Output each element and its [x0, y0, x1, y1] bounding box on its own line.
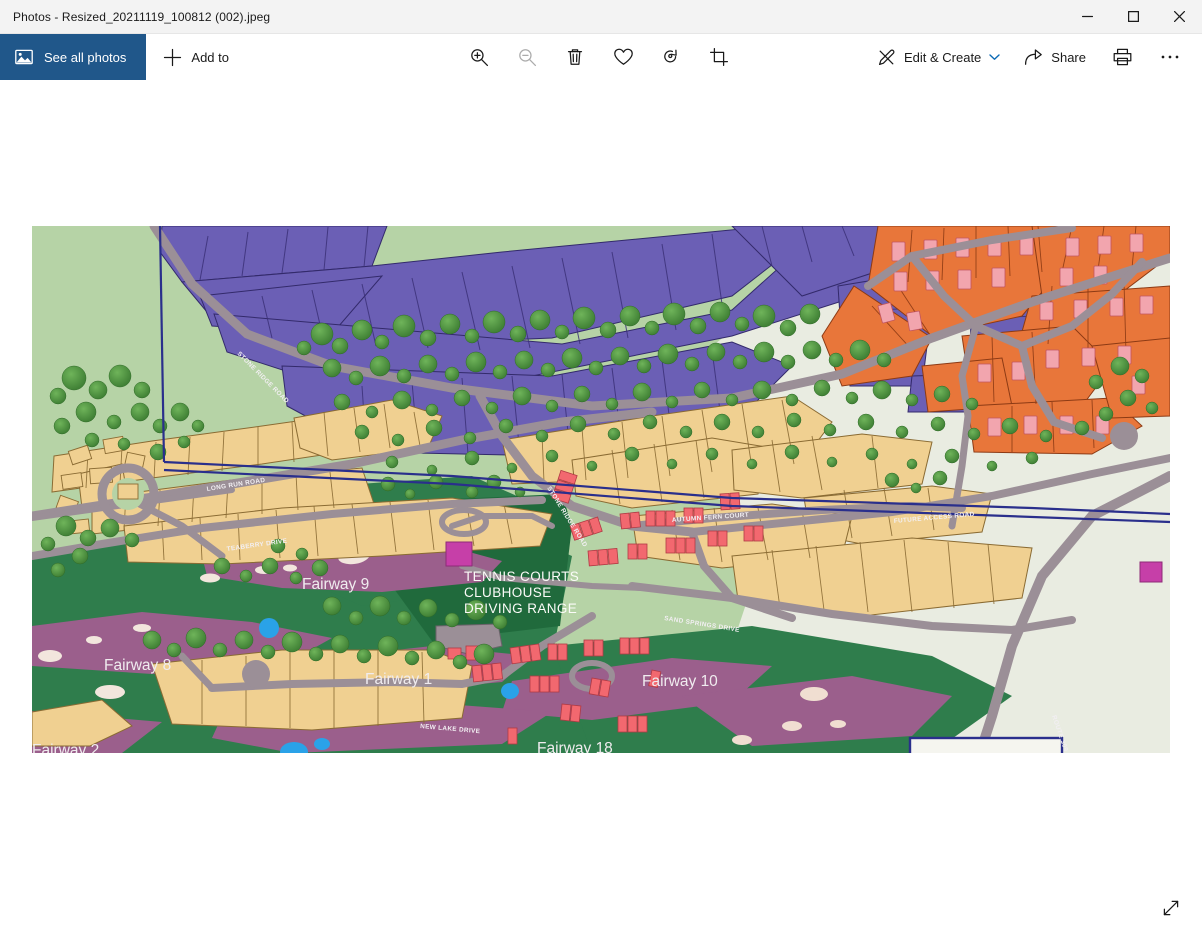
- pond: [259, 618, 279, 638]
- amenity-label: CLUBHOUSE: [464, 585, 552, 600]
- add-to-button[interactable]: Add to: [146, 34, 245, 80]
- fairway-label: Fairway 2: [32, 742, 99, 753]
- share-label: Share: [1051, 49, 1086, 65]
- crop-icon: [709, 47, 729, 67]
- heart-icon: [613, 48, 633, 65]
- pencil-icon: [878, 49, 895, 65]
- fairway-label: Fairway 18: [537, 740, 613, 753]
- share-button[interactable]: Share: [1012, 37, 1098, 77]
- amenity-label: TENNIS COURTS: [464, 569, 579, 584]
- trash-icon: [567, 49, 583, 65]
- window-controls: [1064, 0, 1202, 34]
- chevron-down-icon: [989, 54, 1000, 60]
- photo-viewer: STONE RIDGE ROAD LONG RUN ROAD TEABERRY …: [0, 80, 1202, 934]
- print-button[interactable]: [1098, 37, 1146, 77]
- more-options-button[interactable]: [1146, 37, 1194, 77]
- see-all-photos-button[interactable]: See all photos: [0, 34, 147, 80]
- photos-icon: [15, 49, 33, 65]
- fairway-label: Fairway 8: [104, 657, 171, 674]
- minimize-icon: [1081, 15, 1093, 18]
- rotate-icon: [664, 49, 677, 63]
- fairway-label: Fairway 9: [302, 576, 369, 593]
- image-tools-group: [455, 34, 743, 80]
- see-all-photos-label: See all photos: [44, 49, 127, 65]
- rotate-button[interactable]: [647, 37, 695, 77]
- fairway-label: Fairway 10: [642, 673, 718, 690]
- zoom-out-button[interactable]: [503, 37, 551, 77]
- close-icon: [1173, 11, 1185, 22]
- maximize-button[interactable]: [1110, 0, 1156, 34]
- amenity-label: DRIVING RANGE: [464, 601, 577, 616]
- zoom-in-button[interactable]: [455, 37, 503, 77]
- window-title: Photos - Resized_20211119_100812 (002).j…: [13, 9, 271, 24]
- tennis-courts-symbol: [445, 541, 473, 567]
- printer-icon: [1113, 48, 1131, 66]
- pond: [501, 683, 519, 699]
- maximize-icon: [1127, 11, 1139, 22]
- diagonal-arrows-icon: [1163, 900, 1179, 916]
- command-bar: See all photos Add to Edit & Create Shar…: [0, 34, 1202, 80]
- plus-icon: [164, 48, 182, 66]
- minimize-button[interactable]: [1064, 0, 1110, 34]
- title-bar: Photos - Resized_20211119_100812 (002).j…: [0, 0, 1202, 34]
- edit-and-create-button[interactable]: Edit & Create: [865, 37, 1012, 77]
- share-icon: [1025, 49, 1043, 65]
- fairway-label: Fairway 1: [365, 671, 432, 688]
- favorite-button[interactable]: [599, 37, 647, 77]
- crop-button[interactable]: [695, 37, 743, 77]
- share-tools-group: Edit & Create Share: [865, 34, 1194, 80]
- fullscreen-button[interactable]: [1150, 888, 1192, 928]
- photo-image[interactable]: STONE RIDGE ROAD LONG RUN ROAD TEABERRY …: [32, 226, 1170, 753]
- add-to-label: Add to: [191, 49, 229, 65]
- ellipsis-icon: [1161, 55, 1179, 59]
- close-button[interactable]: [1156, 0, 1202, 34]
- magnifier-minus-icon: [519, 49, 537, 67]
- map-legend-box: [908, 736, 1064, 753]
- delete-button[interactable]: [551, 37, 599, 77]
- edit-and-create-label: Edit & Create: [903, 49, 982, 65]
- magnifier-plus-icon: [471, 49, 489, 67]
- subdivision-site-plan: STONE RIDGE ROAD LONG RUN ROAD TEABERRY …: [32, 226, 1170, 753]
